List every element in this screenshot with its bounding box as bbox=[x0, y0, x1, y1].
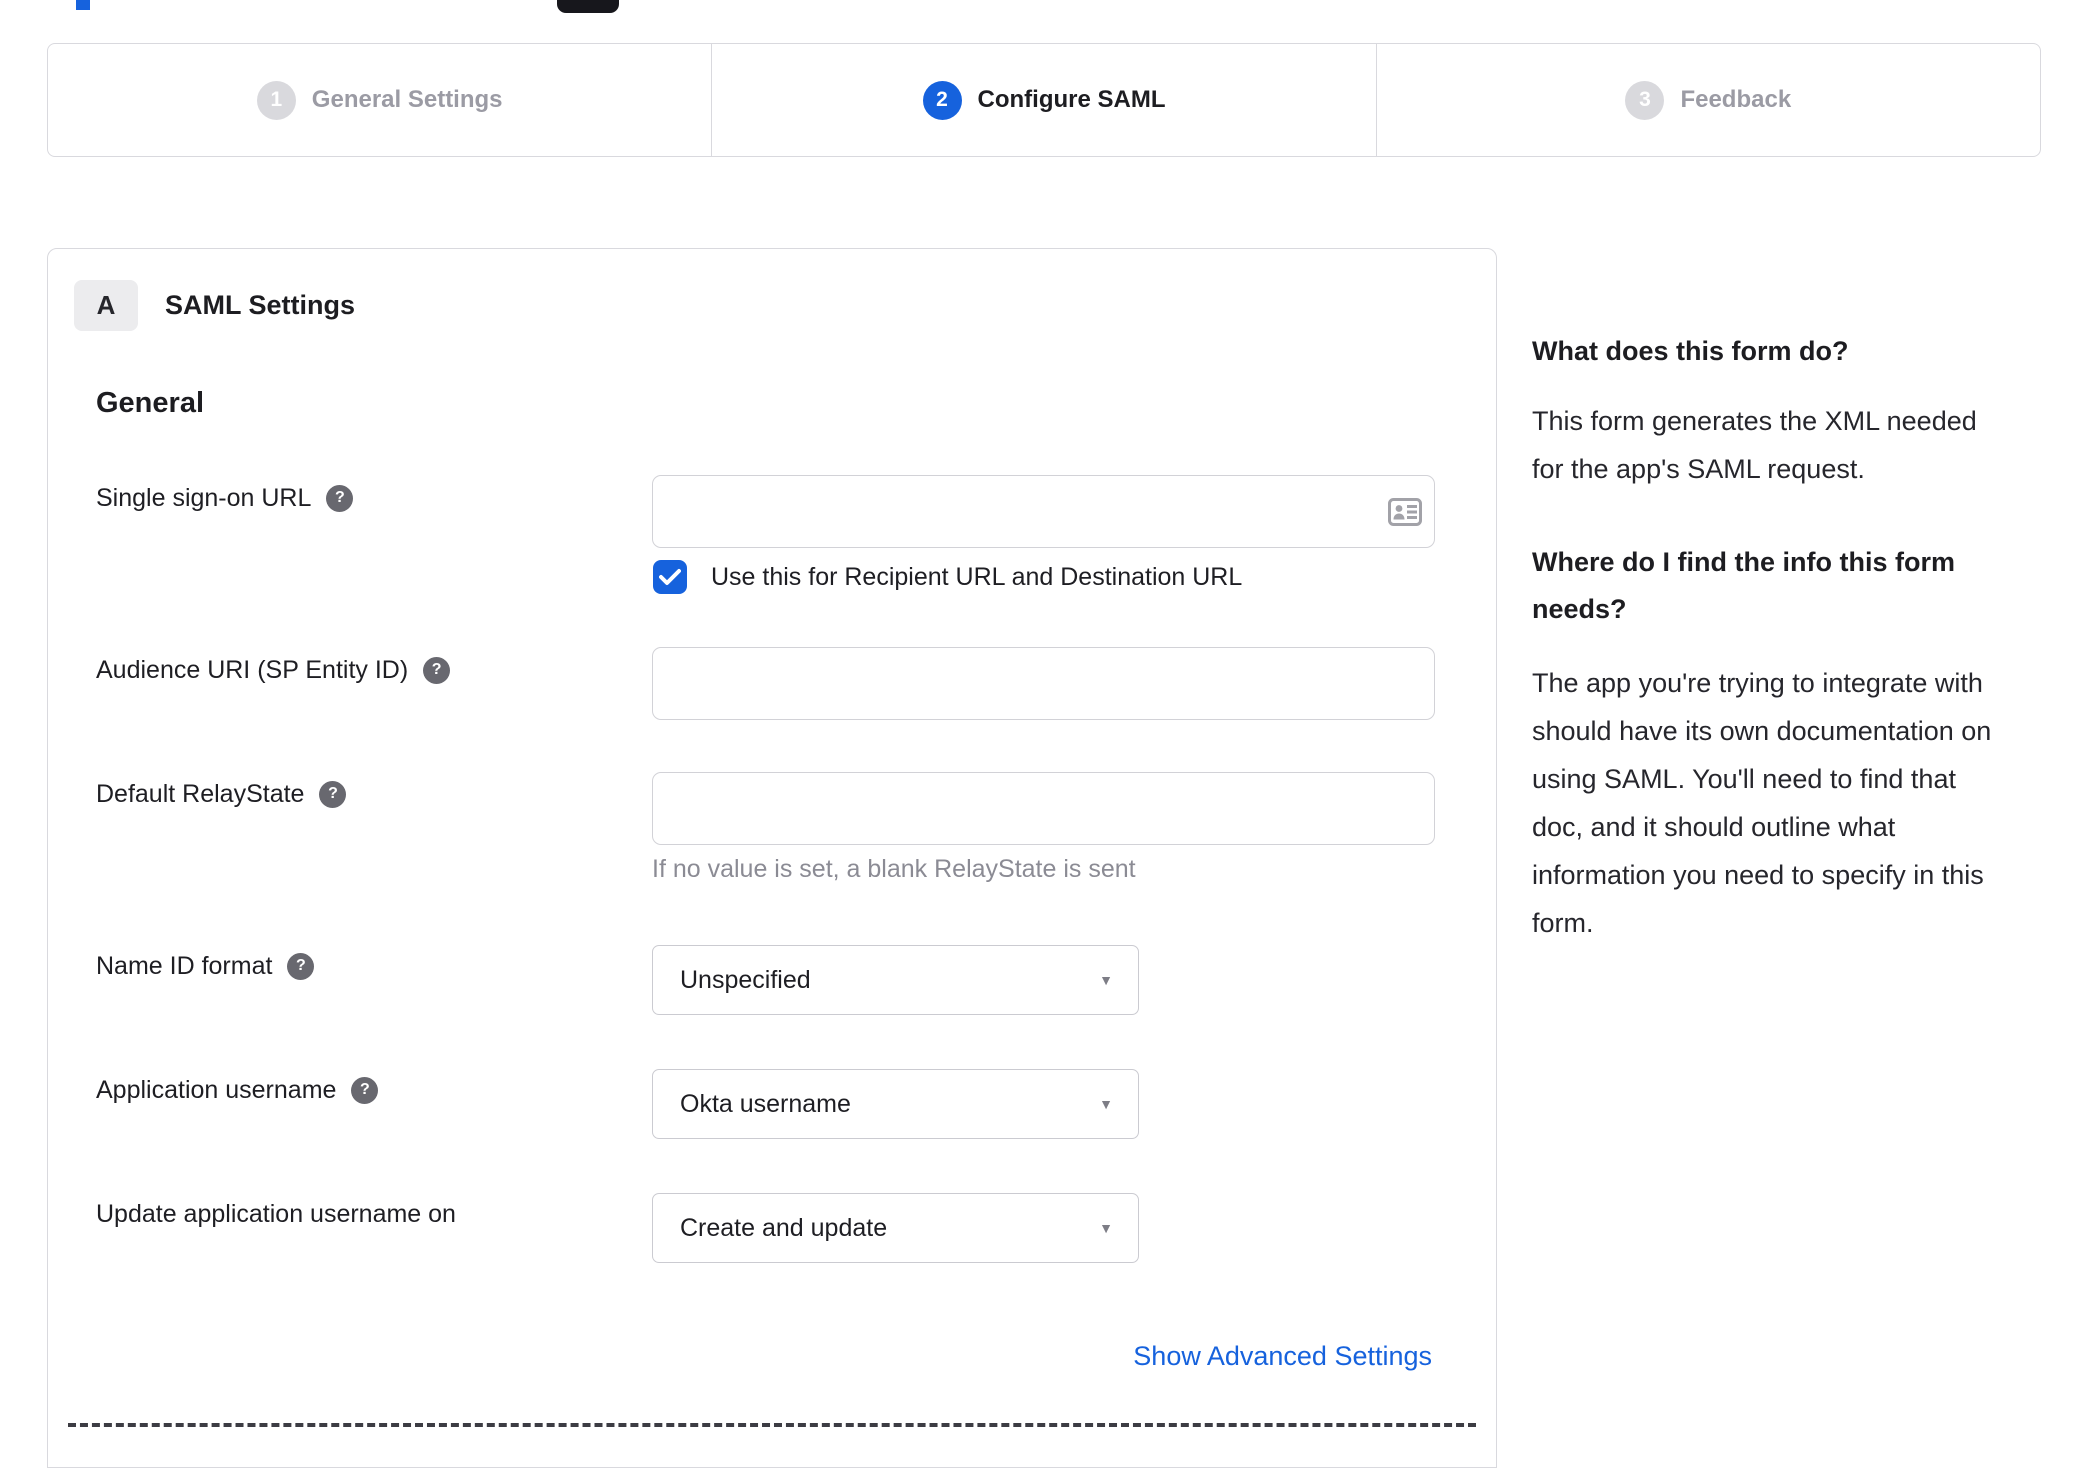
label-text: Single sign-on URL bbox=[96, 484, 312, 512]
section-letter-badge: A bbox=[74, 280, 138, 331]
saml-settings-panel: A SAML Settings General Single sign-on U… bbox=[47, 248, 1497, 1468]
help-icon[interactable]: ? bbox=[423, 656, 451, 684]
checkbox-label: Use this for Recipient URL and Destinati… bbox=[711, 563, 1243, 591]
label-text: Application username bbox=[96, 1076, 337, 1104]
name-id-format-label: Name ID format ? bbox=[96, 949, 315, 983]
application-username-select[interactable]: Okta username ▼ bbox=[652, 1069, 1139, 1139]
step-general-settings[interactable]: 1 General Settings bbox=[48, 44, 711, 156]
contact-card-icon[interactable] bbox=[1388, 498, 1422, 526]
step-label: Feedback bbox=[1680, 86, 1792, 113]
update-username-on-label: Update application username on bbox=[96, 1197, 456, 1231]
wizard-stepper: 1 General Settings 2 Configure SAML 3 Fe… bbox=[47, 43, 2041, 157]
help-icon[interactable]: ? bbox=[351, 1076, 379, 1104]
sso-url-input[interactable] bbox=[652, 475, 1435, 548]
checkmark-icon bbox=[659, 569, 681, 585]
relaystate-label: Default RelayState ? bbox=[96, 777, 347, 811]
step-label: Configure SAML bbox=[977, 86, 1166, 113]
sidebar-answer-1: This form generates the XML needed for th… bbox=[1532, 406, 1977, 484]
step-feedback[interactable]: 3 Feedback bbox=[1375, 44, 2040, 156]
selected-value: Okta username bbox=[680, 1090, 851, 1118]
audience-uri-label: Audience URI (SP Entity ID) ? bbox=[96, 653, 451, 687]
sso-url-label: Single sign-on URL ? bbox=[96, 481, 354, 515]
use-recipient-destination-checkbox[interactable] bbox=[653, 560, 687, 594]
show-advanced-settings-link[interactable]: Show Advanced Settings bbox=[1133, 1341, 1432, 1372]
cutoff-blue-fragment bbox=[76, 0, 90, 10]
label-text: Audience URI (SP Entity ID) bbox=[96, 656, 409, 684]
label-text: Default RelayState bbox=[96, 780, 305, 808]
chevron-down-icon: ▼ bbox=[1099, 1220, 1113, 1236]
selected-value: Create and update bbox=[680, 1214, 888, 1242]
cutoff-black-fragment bbox=[557, 0, 619, 13]
panel-title: SAML Settings bbox=[165, 290, 356, 320]
relaystate-input[interactable] bbox=[652, 772, 1435, 845]
sidebar-question-2: Where do I find the info this form needs? bbox=[1532, 547, 1955, 624]
name-id-format-select[interactable]: Unspecified ▼ bbox=[652, 945, 1139, 1015]
chevron-down-icon: ▼ bbox=[1099, 1096, 1113, 1112]
relaystate-hint: If no value is set, a blank RelayState i… bbox=[652, 855, 1136, 883]
audience-uri-input[interactable] bbox=[652, 647, 1435, 720]
step-number-badge: 2 bbox=[922, 80, 962, 120]
application-username-label: Application username ? bbox=[96, 1073, 379, 1107]
sidebar-question-1: What does this form do? bbox=[1532, 336, 1849, 366]
label-text: Name ID format bbox=[96, 952, 273, 980]
help-icon[interactable]: ? bbox=[287, 952, 315, 980]
label-text: Update application username on bbox=[96, 1200, 456, 1228]
chevron-down-icon: ▼ bbox=[1099, 972, 1113, 988]
sidebar-answer-2: The app you're trying to integrate with s… bbox=[1532, 668, 1992, 938]
selected-value: Unspecified bbox=[680, 966, 811, 994]
step-number-badge: 3 bbox=[1625, 80, 1665, 120]
help-icon[interactable]: ? bbox=[319, 780, 347, 808]
step-number-badge: 1 bbox=[256, 80, 296, 120]
help-sidebar: What does this form do? This form genera… bbox=[1532, 328, 2046, 947]
update-username-on-select[interactable]: Create and update ▼ bbox=[652, 1193, 1139, 1263]
dashed-divider bbox=[68, 1423, 1476, 1427]
help-icon[interactable]: ? bbox=[326, 484, 354, 512]
step-configure-saml[interactable]: 2 Configure SAML bbox=[711, 44, 1375, 156]
step-label: General Settings bbox=[311, 86, 503, 113]
general-section-heading: General bbox=[96, 387, 204, 419]
